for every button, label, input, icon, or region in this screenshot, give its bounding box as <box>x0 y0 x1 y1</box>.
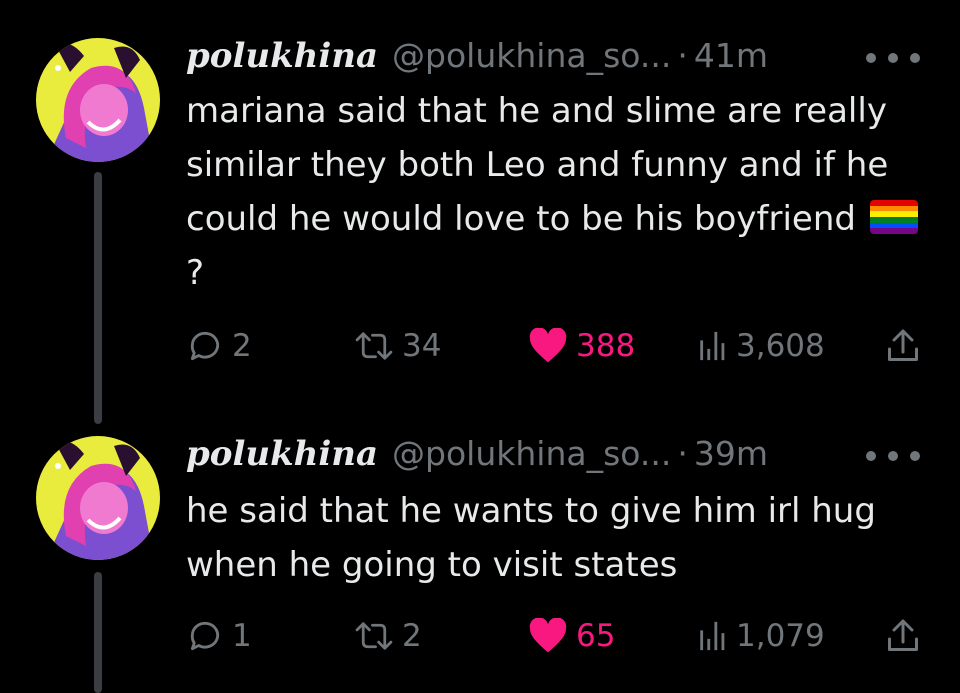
tweet-actions: 2 34 388 3,608 <box>186 324 926 368</box>
retweet-button[interactable]: 34 <box>354 324 441 368</box>
reply-icon <box>190 621 220 651</box>
heart-icon <box>529 328 567 363</box>
view-count: 1,079 <box>736 618 825 654</box>
tweet-text-suffix: ? <box>186 253 205 293</box>
reply-button[interactable]: 2 <box>186 324 252 368</box>
tweet-text-body: mariana said that he and slime are reall… <box>186 91 889 239</box>
share-icon <box>888 329 918 361</box>
share-button[interactable] <box>886 614 920 658</box>
separator-dot: · <box>677 434 688 473</box>
more-options-icon[interactable] <box>866 48 920 68</box>
more-options-icon[interactable] <box>866 446 920 466</box>
view-count: 3,608 <box>736 328 825 364</box>
thread-line <box>94 172 102 424</box>
tweet-text: mariana said that he and slime are reall… <box>186 84 926 300</box>
rainbow-flag-icon <box>869 200 918 234</box>
heart-icon <box>529 618 567 653</box>
timestamp[interactable]: 41m <box>694 36 768 75</box>
views-icon <box>700 621 725 651</box>
reply-icon <box>190 331 220 361</box>
reply-button[interactable]: 1 <box>186 614 252 658</box>
retweet-button[interactable]: 2 <box>354 614 422 658</box>
like-button[interactable]: 388 <box>528 324 635 368</box>
views-button[interactable]: 3,608 <box>698 324 825 368</box>
thread-line <box>94 572 102 693</box>
display-name[interactable]: polukhina <box>186 434 378 474</box>
avatar[interactable] <box>36 436 160 560</box>
retweet-icon <box>355 622 393 650</box>
retweet-count: 34 <box>402 328 442 364</box>
tweet-actions: 1 2 65 1,079 <box>186 614 926 658</box>
reply-count: 2 <box>232 328 252 364</box>
like-button[interactable]: 65 <box>528 614 615 658</box>
views-button[interactable]: 1,079 <box>698 614 825 658</box>
timestamp[interactable]: 39m <box>694 434 768 473</box>
tweet-2[interactable]: polukhina @polukhina_so... · 39m he said… <box>0 430 960 693</box>
retweet-count: 2 <box>402 618 422 654</box>
like-count: 388 <box>576 328 636 364</box>
separator-dot: · <box>677 36 688 75</box>
share-icon <box>888 619 918 651</box>
reply-count: 1 <box>232 618 252 654</box>
tweet-text: he said that he wants to give him irl hu… <box>186 491 876 585</box>
user-handle[interactable]: @polukhina_so... <box>392 434 671 473</box>
display-name[interactable]: polukhina <box>186 36 378 76</box>
tweet-1[interactable]: polukhina @polukhina_so... · 41m mariana… <box>0 0 960 430</box>
tweet-header: polukhina @polukhina_so... · 41m <box>186 36 768 86</box>
user-handle[interactable]: @polukhina_so... <box>392 36 671 75</box>
share-button[interactable] <box>886 324 920 368</box>
tweet-header: polukhina @polukhina_so... · 39m <box>186 434 768 484</box>
like-count: 65 <box>576 618 616 654</box>
retweet-icon <box>355 332 393 360</box>
avatar[interactable] <box>36 38 160 162</box>
views-icon <box>700 331 725 361</box>
